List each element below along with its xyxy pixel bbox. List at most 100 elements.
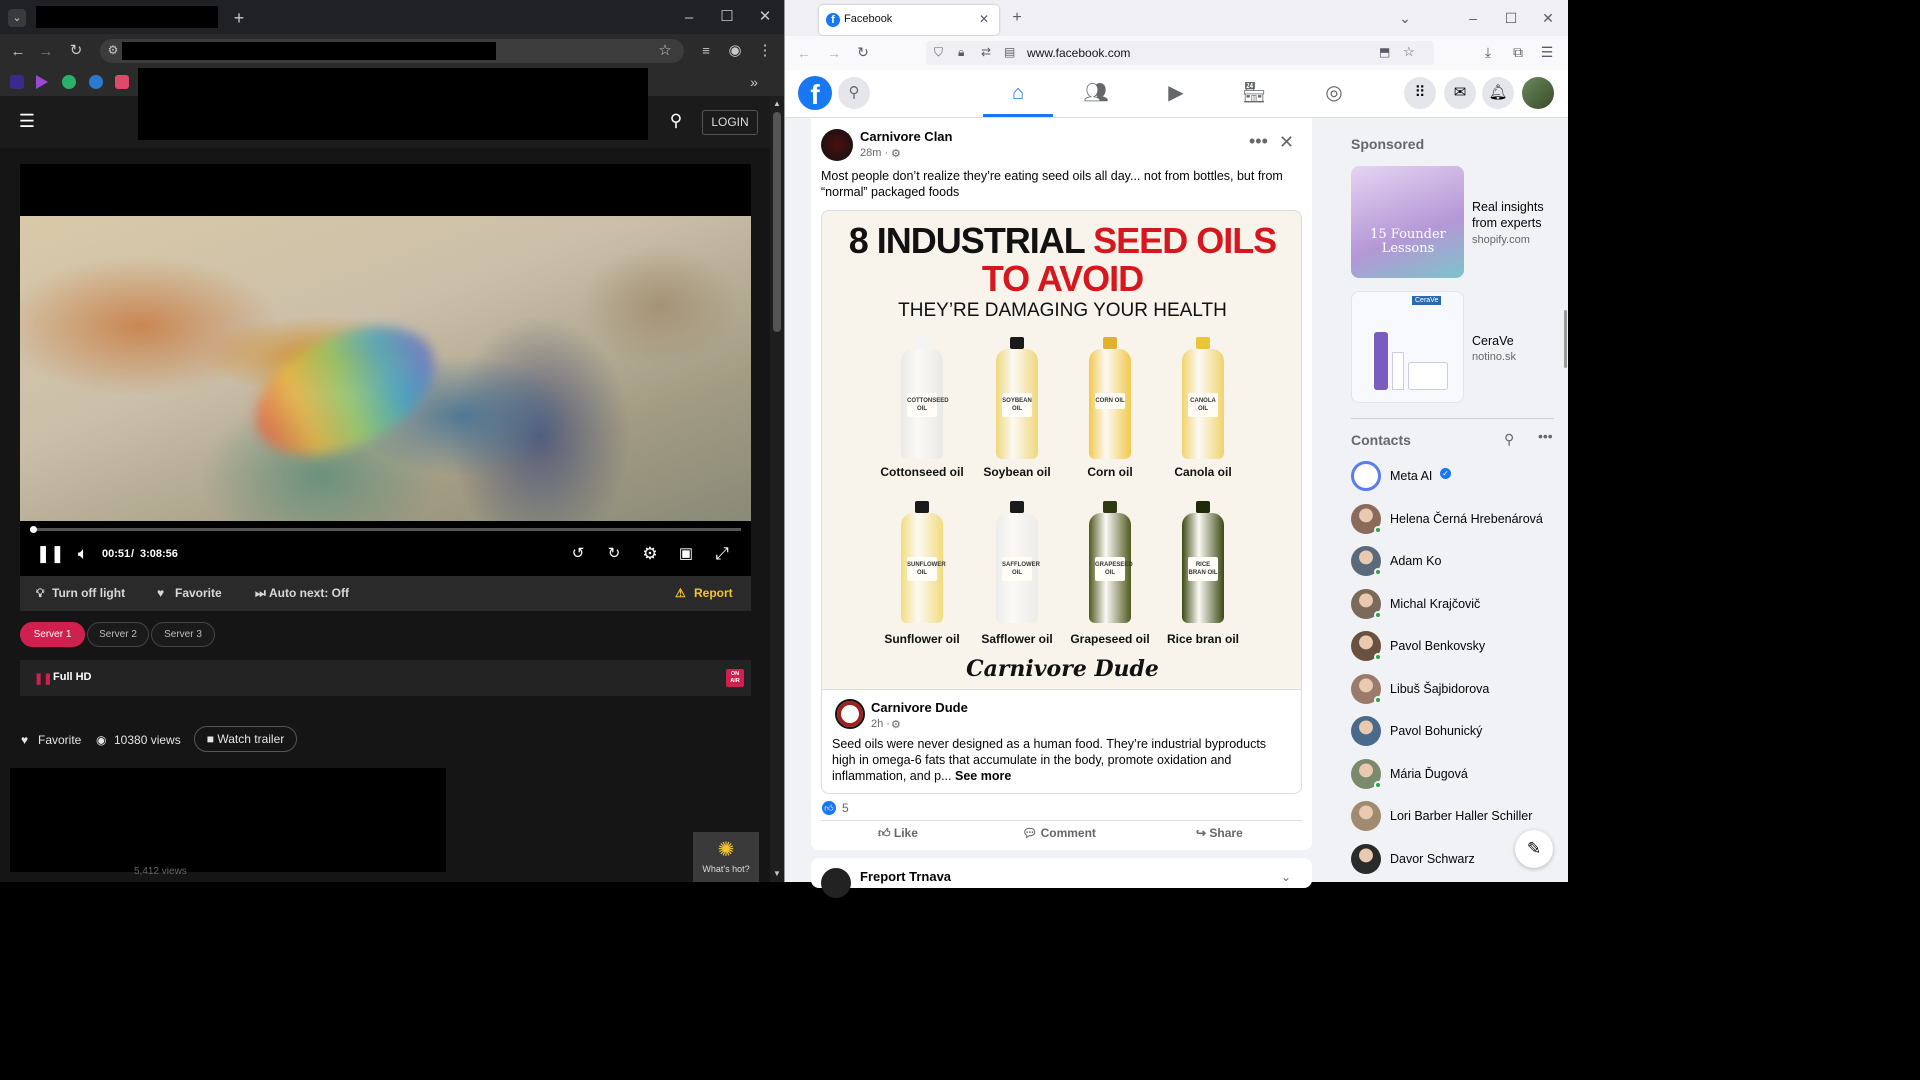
server-3-button[interactable]: Server 3 [151,622,215,647]
fb-search-icon[interactable]: ⚲ [838,77,870,109]
post-author[interactable]: Carnivore Clan [860,129,952,144]
ff-menu-icon[interactable]: ☰ [1540,45,1554,59]
video-tab-icon[interactable]: ▶ [1141,70,1211,116]
search-icon[interactable]: ⚲ [666,112,686,129]
ff-bookmark-icon[interactable]: ☆ [1403,45,1415,58]
shopify-ad-domain[interactable]: shopify.com [1472,234,1530,246]
ff-forward-icon[interactable]: → [827,46,841,60]
scroll-up-icon[interactable]: ▲ [772,100,782,108]
groups-tab-icon[interactable]: ◎ [1299,70,1369,116]
right-scrollbar-thumb[interactable] [1564,310,1567,368]
bookmark-blue-icon[interactable] [89,75,103,89]
close-tab-icon[interactable]: ✕ [979,13,989,25]
meta-favorite-button[interactable]: Favorite [38,730,81,750]
forward-10-icon[interactable]: ↻ [603,536,625,572]
minimize-icon[interactable]: – [680,10,698,25]
reactions-count[interactable]: 5 [842,801,849,815]
new-tab-icon[interactable]: + [230,9,248,27]
bookmark-green-icon[interactable] [62,75,76,89]
next-post-avatar[interactable] [821,868,851,898]
lock-icon[interactable]: 🔒︎ [958,46,964,58]
media-control-icon[interactable]: ≡ [698,44,714,57]
shopify-ad-image[interactable]: 15 Founder Lessons [1351,166,1464,278]
post-hide-icon[interactable]: ✕ [1279,132,1294,153]
auto-next-toggle[interactable]: Auto next: Off [269,576,349,611]
contact-pavol-benkovsky[interactable]: Pavol Benkovsky [1347,630,1561,664]
notifications-bell-icon[interactable]: 🔔︎ [1482,77,1514,109]
server-1-button[interactable]: Server 1 [20,622,85,647]
scroll-down-icon[interactable]: ▼ [772,870,782,878]
ff-minimize-icon[interactable]: – [1466,11,1480,25]
marketplace-tab-icon[interactable]: 🏪︎ [1219,70,1289,116]
contact-lori-barber-haller-schiller[interactable]: Lori Barber Haller Schiller [1347,800,1561,834]
menu-grid-icon[interactable]: ⠿ [1404,77,1436,109]
settings-gear-icon[interactable]: ⚙ [639,536,661,572]
picture-in-picture-icon[interactable]: ▣ [675,536,697,572]
audience-gear-icon[interactable]: ⚙ [891,147,901,160]
cerave-ad-domain[interactable]: notino.sk [1472,351,1516,363]
pause-icon[interactable]: ❚❚ [36,536,65,572]
next-post-chevron-icon[interactable]: ⌄ [1281,870,1291,884]
contact-helena-cerna-hrebenarova[interactable]: Helena Černá Hrebenárová [1347,503,1561,537]
contacts-search-icon[interactable]: ⚲ [1504,432,1514,446]
watch-trailer-button[interactable]: ■ Watch trailer [194,726,297,752]
tab-search-chevron-icon[interactable]: ⌄ [8,9,26,27]
whats-hot-widget[interactable]: ✺ What's hot? [693,832,759,882]
turn-off-light-button[interactable]: Turn off light [52,576,125,611]
reload-icon[interactable]: ↻ [68,43,84,58]
report-button[interactable]: Report [694,576,733,611]
page-icon[interactable]: ▤ [1004,46,1015,58]
home-tab-icon[interactable]: ⌂ [983,70,1053,116]
contact-michal-krajcovic[interactable]: Michal Krajčovič [1347,588,1561,622]
fullscreen-icon[interactable]: ⤢ [711,536,733,572]
messenger-icon[interactable]: ✉ [1444,77,1476,109]
shared-author[interactable]: Carnivore Dude [871,700,968,715]
shopify-ad-title[interactable]: Real insights from experts [1472,199,1564,231]
server-2-button[interactable]: Server 2 [87,622,149,647]
carnivore-dude-avatar[interactable] [835,699,865,729]
menu-dots-icon[interactable]: ⋮ [757,43,773,58]
like-reaction-icon[interactable]: 👍︎ [822,801,836,815]
contact-davor-schwarz[interactable]: Davor Schwarz [1347,843,1561,877]
bookmark-play-icon[interactable] [36,75,48,89]
forward-icon[interactable]: → [38,44,54,59]
ff-reload-icon[interactable]: ↻ [856,45,870,59]
volume-icon[interactable]: 🔈︎ [72,536,94,572]
shared-audience-gear-icon[interactable]: ⚙ [891,718,901,731]
like-button[interactable]: 👍︎ Like [878,818,918,848]
facebook-tab[interactable]: f Facebook ✕ [819,5,999,35]
favorite-button[interactable]: Favorite [175,576,222,611]
ff-back-icon[interactable]: ← [797,46,811,60]
profile-icon[interactable]: ◉ [727,43,743,58]
contact-adam-ko[interactable]: Adam Ko [1347,545,1561,579]
save-to-pocket-icon[interactable]: ⬒ [1379,46,1390,58]
contact-pavol-bohunicky[interactable]: Pavol Bohunický [1347,715,1561,749]
rewind-10-icon[interactable]: ↺ [567,536,589,572]
close-window-icon[interactable]: ✕ [756,9,774,24]
ff-close-icon[interactable]: ✕ [1541,11,1555,25]
cerave-ad-title[interactable]: CeraVe [1472,334,1514,348]
shared-post-card[interactable]: Carnivore Dude 2h · ⚙ Seed oils were nev… [821,690,1302,794]
bookmark-star-icon[interactable]: ☆ [657,43,673,58]
contacts-more-icon[interactable]: ••• [1538,429,1553,443]
shield-icon[interactable]: ⛉ [934,46,943,58]
url-text[interactable]: www.facebook.com [1027,46,1130,60]
extensions-icon[interactable]: ⧉ [1511,45,1525,59]
facebook-logo-icon[interactable]: f [798,76,832,110]
list-tabs-icon[interactable]: ⌄ [1398,11,1412,25]
share-button[interactable]: ↪ Share [1196,818,1243,848]
permissions-icon[interactable]: ⇄ [981,46,991,58]
post-more-icon[interactable]: ••• [1249,131,1268,152]
downloads-icon[interactable]: ⤓ [1481,45,1495,59]
ff-maximize-icon[interactable]: ☐ [1504,11,1518,25]
carnivore-clan-avatar[interactable] [821,129,853,161]
friends-tab-icon[interactable]: 👥︎ [1061,70,1131,116]
post-time[interactable]: 28m · [860,147,888,159]
hamburger-menu-icon[interactable]: ☰ [18,112,36,130]
contact-maria-dugova[interactable]: Mária Ďugová [1347,758,1561,792]
video-progress-track[interactable] [30,528,741,531]
comment-button[interactable]: 💬︎ Comment [1022,818,1096,848]
bookmark-pink-icon[interactable] [115,75,129,89]
firefox-address-bar[interactable]: ⛉ 🔒︎ ⇄ ▤ www.facebook.com ⬒ ☆ [926,41,1434,65]
video-frame[interactable] [20,216,751,521]
